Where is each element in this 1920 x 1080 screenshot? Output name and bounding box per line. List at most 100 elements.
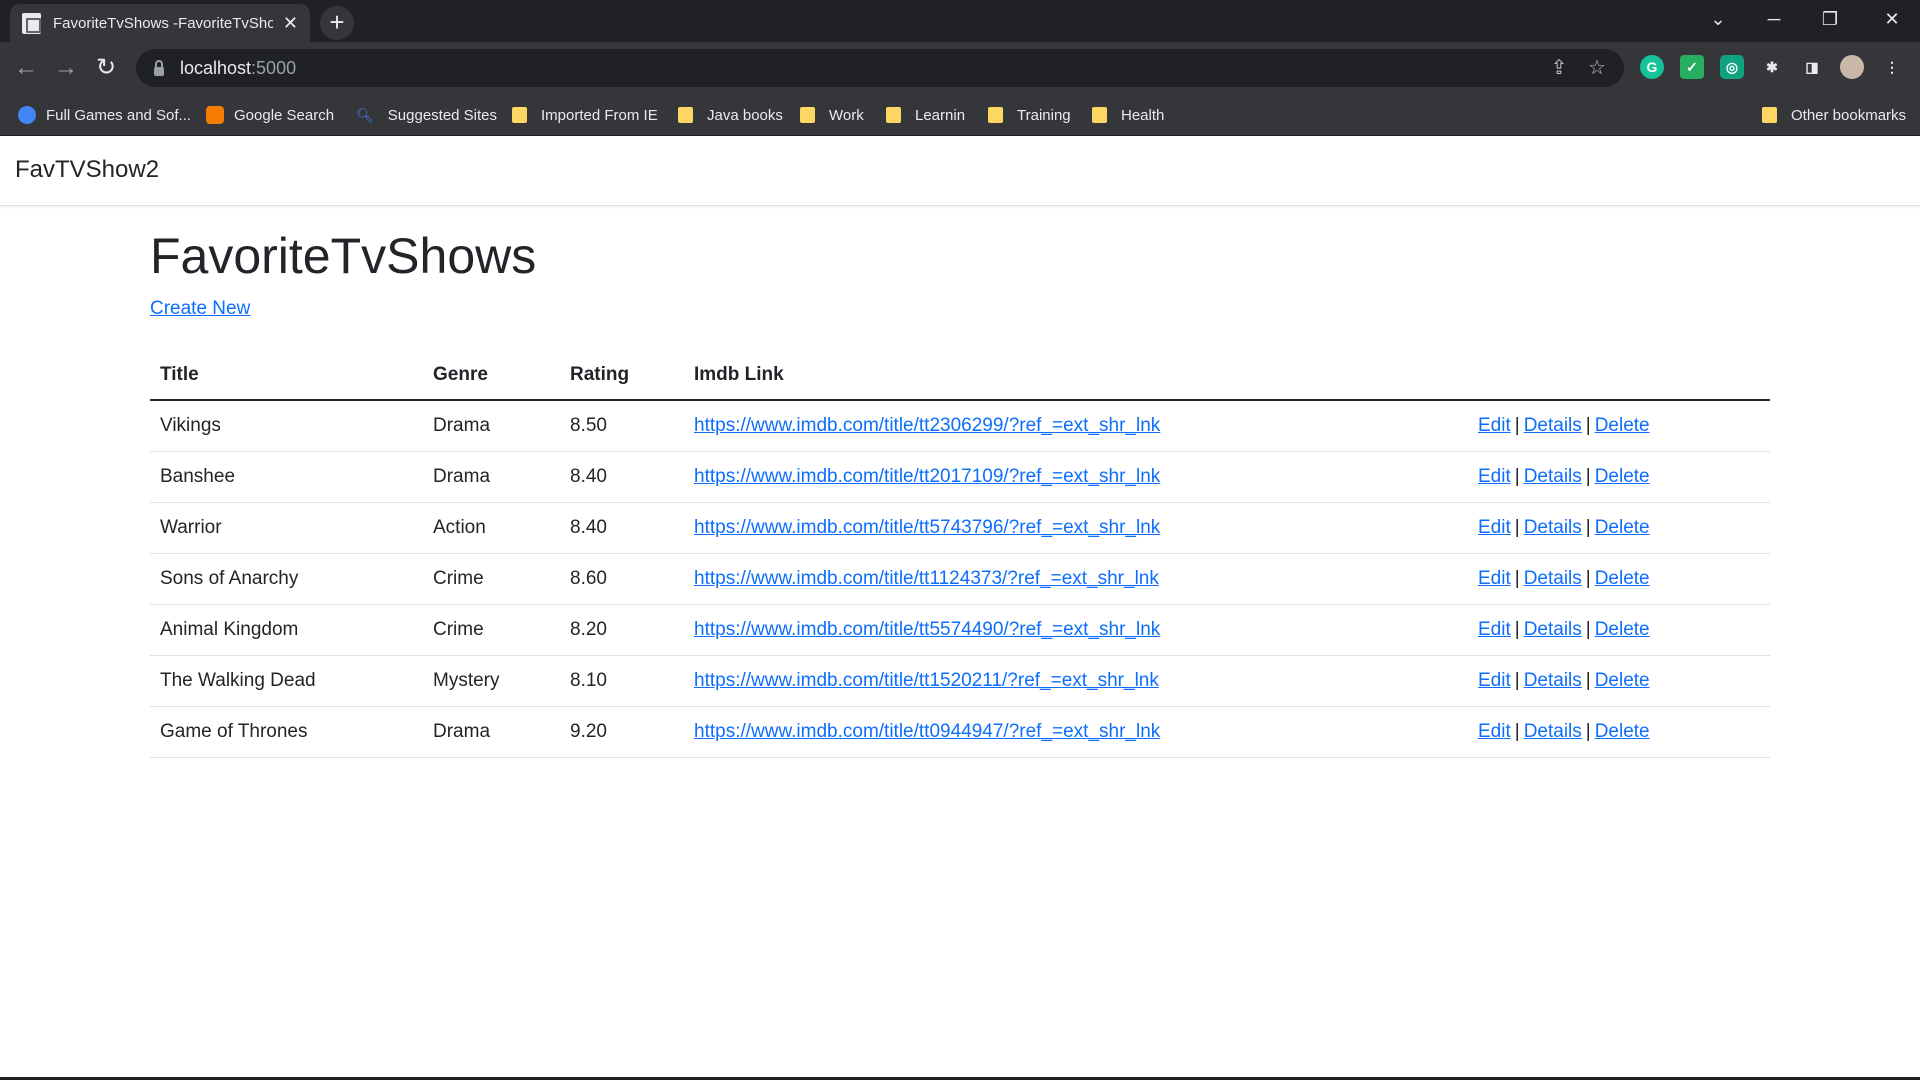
bookmark-folder[interactable]: Java books [678,103,783,127]
bookmark-label: Work [829,106,864,124]
delete-link[interactable]: Delete [1595,721,1650,742]
edit-link[interactable]: Edit [1478,721,1511,742]
bookmark-folder[interactable]: Learnin [886,103,965,127]
details-link[interactable]: Details [1524,415,1582,436]
tab-title: FavoriteTvShows -FavoriteTvShow [53,14,273,32]
imdb-link[interactable]: https://www.imdb.com/title/tt5743796/?re… [694,517,1160,538]
bookmark-item[interactable]: Full Games and Sof... [18,103,191,127]
delete-link[interactable]: Delete [1595,415,1650,436]
separator: | [1514,567,1520,589]
header-title: Title [150,350,423,401]
imdb-link[interactable]: https://www.imdb.com/title/tt1520211/?re… [694,670,1159,691]
cell-actions: Edit | Details | Delete [1468,553,1770,605]
edit-link[interactable]: Edit [1478,619,1511,640]
bookmark-label: Full Games and Sof... [46,106,192,124]
delete-link[interactable]: Delete [1595,466,1650,487]
create-new-link[interactable]: Create New [150,298,250,320]
cell-genre: Drama [423,706,560,758]
brand-link[interactable]: FavTVShow2 [15,156,159,184]
globe-icon [18,106,36,124]
imdb-link[interactable]: https://www.imdb.com/title/tt1124373/?re… [694,568,1159,589]
edit-link[interactable]: Edit [1478,517,1511,538]
cell-genre: Drama [423,451,560,503]
bookmark-folder[interactable]: Training [988,103,1071,127]
cell-rating: 8.40 [560,451,684,503]
tab-search-icon[interactable]: ⌄ [1690,0,1746,38]
details-link[interactable]: Details [1524,670,1582,691]
cell-imdb-link: https://www.imdb.com/title/tt0944947/?re… [684,706,1468,758]
cell-genre: Drama [423,400,560,452]
edit-link[interactable]: Edit [1478,466,1511,487]
details-link[interactable]: Details [1524,466,1582,487]
details-link[interactable]: Details [1524,517,1582,538]
separator: | [1585,414,1591,436]
cell-actions: Edit | Details | Delete [1468,451,1770,503]
delete-link[interactable]: Delete [1595,568,1650,589]
search-icon: 🔍︎ [356,106,374,123]
shield-icon[interactable]: ✓ [1680,55,1704,79]
cell-actions: Edit | Details | Delete [1468,655,1770,707]
separator: | [1514,720,1520,742]
cell-genre: Mystery [423,655,560,707]
other-bookmarks-folder[interactable]: Other bookmarks [1762,103,1906,127]
imdb-link[interactable]: https://www.imdb.com/title/tt5574490/?re… [694,619,1160,640]
bookmark-star-icon[interactable]: ☆ [1586,57,1608,79]
cell-actions: Edit | Details | Delete [1468,502,1770,554]
share-icon[interactable]: ⇪ [1548,57,1570,79]
cell-imdb-link: https://www.imdb.com/title/tt2306299/?re… [684,400,1468,452]
details-link[interactable]: Details [1524,568,1582,589]
blogger-icon [206,106,224,124]
cell-title: Sons of Anarchy [150,553,423,605]
imdb-link[interactable]: https://www.imdb.com/title/tt0944947/?re… [694,721,1160,742]
side-panel-icon[interactable]: ◨ [1800,55,1824,79]
delete-link[interactable]: Delete [1595,670,1650,691]
bookmark-folder[interactable]: Health [1092,103,1164,127]
separator: | [1585,669,1591,691]
edit-link[interactable]: Edit [1478,568,1511,589]
close-tab-icon[interactable]: ✕ [283,14,298,32]
address-bar[interactable]: localhost:5000 ⇪ ☆ [136,49,1624,87]
bookmark-label: Google Search [234,106,335,124]
bookmark-folder[interactable]: Work [800,103,864,127]
details-link[interactable]: Details [1524,619,1582,640]
folder-icon [886,107,901,123]
header-genre: Genre [423,350,560,401]
cell-genre: Crime [423,553,560,605]
delete-link[interactable]: Delete [1595,517,1650,538]
imdb-link[interactable]: https://www.imdb.com/title/tt2306299/?re… [694,415,1160,436]
cell-title: The Walking Dead [150,655,423,707]
back-icon[interactable]: ← [10,52,42,84]
bookmark-item[interactable]: 🔍︎ Suggested Sites [356,103,497,127]
bookmark-item[interactable]: Google Search [206,103,334,127]
openai-extension-icon[interactable]: ◎ [1720,55,1744,79]
cell-imdb-link: https://www.imdb.com/title/tt5574490/?re… [684,604,1468,656]
new-tab-button[interactable]: + [320,6,354,40]
cell-rating: 8.60 [560,553,684,605]
cell-rating: 9.20 [560,706,684,758]
grammarly-icon[interactable]: G [1640,55,1664,79]
bookmark-folder[interactable]: Imported From IE [512,103,658,127]
restore-icon[interactable]: ❐ [1802,0,1858,38]
table-row: Sons of Anarchy Crime 8.60 https://www.i… [150,553,1770,605]
forward-icon[interactable]: → [50,52,82,84]
table-row: The Walking Dead Mystery 8.10 https://ww… [150,655,1770,707]
bookmark-label: Suggested Sites [387,106,498,124]
folder-icon [512,107,527,123]
delete-link[interactable]: Delete [1595,619,1650,640]
profile-avatar[interactable] [1840,55,1864,79]
header-actions [1468,350,1770,401]
close-window-icon[interactable]: ✕ [1864,0,1920,38]
minimize-icon[interactable]: ─ [1746,0,1802,38]
menu-kebab-icon[interactable]: ⋮ [1880,55,1904,79]
extensions-puzzle-icon[interactable]: ✱ [1760,55,1784,79]
edit-link[interactable]: Edit [1478,415,1511,436]
details-link[interactable]: Details [1524,721,1582,742]
reload-icon[interactable]: ↻ [90,52,122,84]
lock-icon[interactable] [154,59,164,76]
browser-tab[interactable]: FavoriteTvShows -FavoriteTvShow ✕ [10,4,310,42]
bookmark-label: Training [1017,106,1071,124]
edit-link[interactable]: Edit [1478,670,1511,691]
folder-icon [1092,107,1107,123]
imdb-link[interactable]: https://www.imdb.com/title/tt2017109/?re… [694,466,1160,487]
cell-title: Animal Kingdom [150,604,423,656]
